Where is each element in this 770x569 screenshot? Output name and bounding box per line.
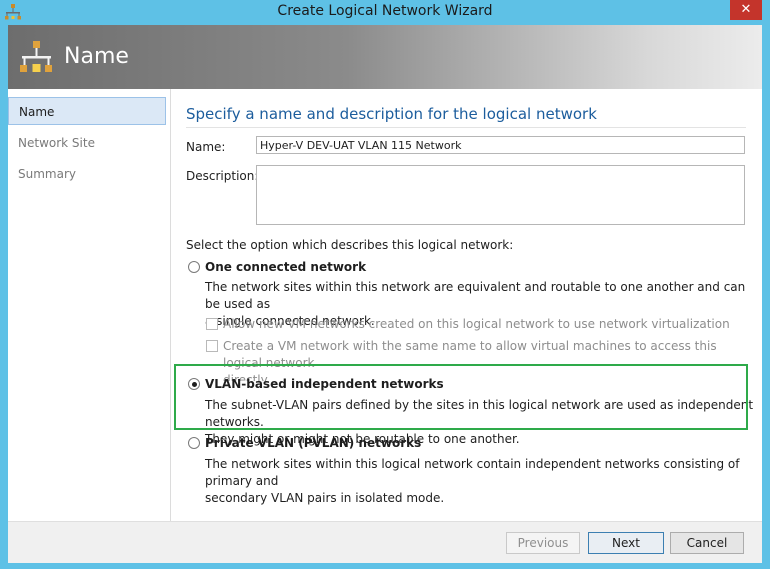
name-input[interactable]: Hyper-V DEV-UAT VLAN 115 Network bbox=[256, 136, 745, 154]
wizard-body: Name Network Site Summary Specify a name… bbox=[8, 89, 762, 521]
option-private-vlan-description: The network sites within this logical ne… bbox=[205, 456, 756, 507]
option-private-vlan-label[interactable]: Private VLAN (PVLAN) networks bbox=[205, 436, 421, 450]
checkbox-allow-network-virtualization[interactable] bbox=[206, 318, 218, 330]
wizard-footer: Previous Next Cancel bbox=[8, 521, 762, 563]
description-label: Description: bbox=[186, 169, 259, 183]
nav-item-summary[interactable]: Summary bbox=[8, 160, 166, 188]
option-one-connected-label[interactable]: One connected network bbox=[205, 260, 366, 274]
radio-private-vlan[interactable] bbox=[188, 437, 200, 449]
next-button[interactable]: Next bbox=[588, 532, 664, 554]
description-input[interactable] bbox=[256, 165, 745, 225]
option-prompt: Select the option which describes this l… bbox=[186, 238, 514, 252]
wizard-content: Specify a name and description for the l… bbox=[186, 89, 756, 521]
close-icon: ✕ bbox=[740, 2, 752, 17]
allow-network-virtualization-label: Allow new VM networks created on this lo… bbox=[223, 317, 730, 331]
name-input-value: Hyper-V DEV-UAT VLAN 115 Network bbox=[260, 139, 462, 152]
page-title: Name bbox=[64, 44, 129, 69]
option-one-connected-desc-line1: The network sites within this network ar… bbox=[205, 280, 746, 311]
close-button[interactable]: ✕ bbox=[730, 0, 762, 20]
wizard-steps-nav: Name Network Site Summary bbox=[8, 89, 171, 521]
title-bar[interactable]: Create Logical Network Wizard ✕ bbox=[0, 0, 770, 24]
window-title: Create Logical Network Wizard bbox=[277, 3, 493, 19]
wizard-header: Name bbox=[8, 25, 762, 89]
section-heading: Specify a name and description for the l… bbox=[186, 105, 597, 123]
heading-divider bbox=[186, 127, 746, 128]
cancel-button[interactable]: Cancel bbox=[670, 532, 744, 554]
option-private-vlan-desc-line2: secondary VLAN pairs in isolated mode. bbox=[205, 491, 445, 505]
nav-item-network-site[interactable]: Network Site bbox=[8, 129, 166, 157]
checkbox-create-vm-network[interactable] bbox=[206, 340, 218, 352]
selected-option-highlight bbox=[174, 364, 748, 430]
nav-item-name[interactable]: Name bbox=[8, 97, 166, 125]
radio-one-connected-network[interactable] bbox=[188, 261, 200, 273]
option-private-vlan-desc-line1: The network sites within this logical ne… bbox=[205, 457, 740, 488]
network-wizard-icon bbox=[20, 41, 52, 72]
name-label: Name: bbox=[186, 140, 226, 154]
previous-button[interactable]: Previous bbox=[506, 532, 580, 554]
wizard-window: Create Logical Network Wizard ✕ Name Nam… bbox=[0, 0, 770, 569]
